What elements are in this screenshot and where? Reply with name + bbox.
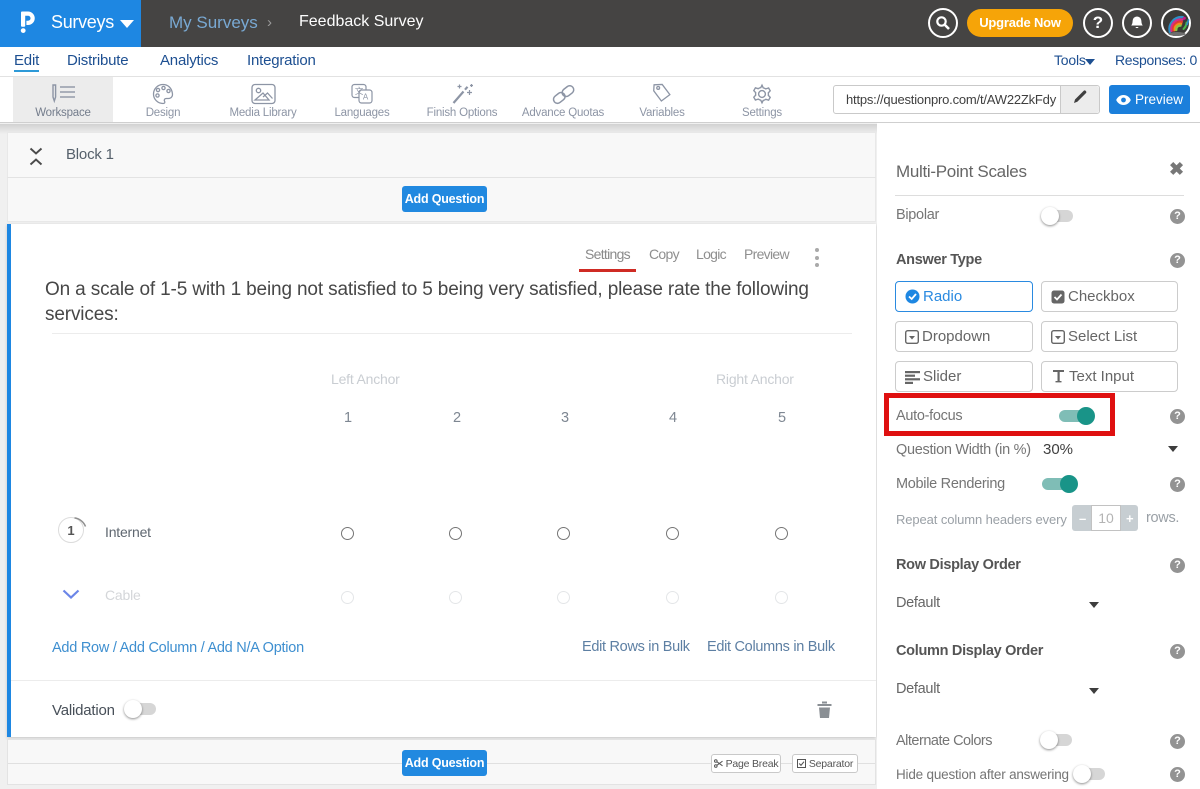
svg-text:文: 文	[355, 86, 364, 96]
svg-text:A: A	[363, 93, 369, 102]
